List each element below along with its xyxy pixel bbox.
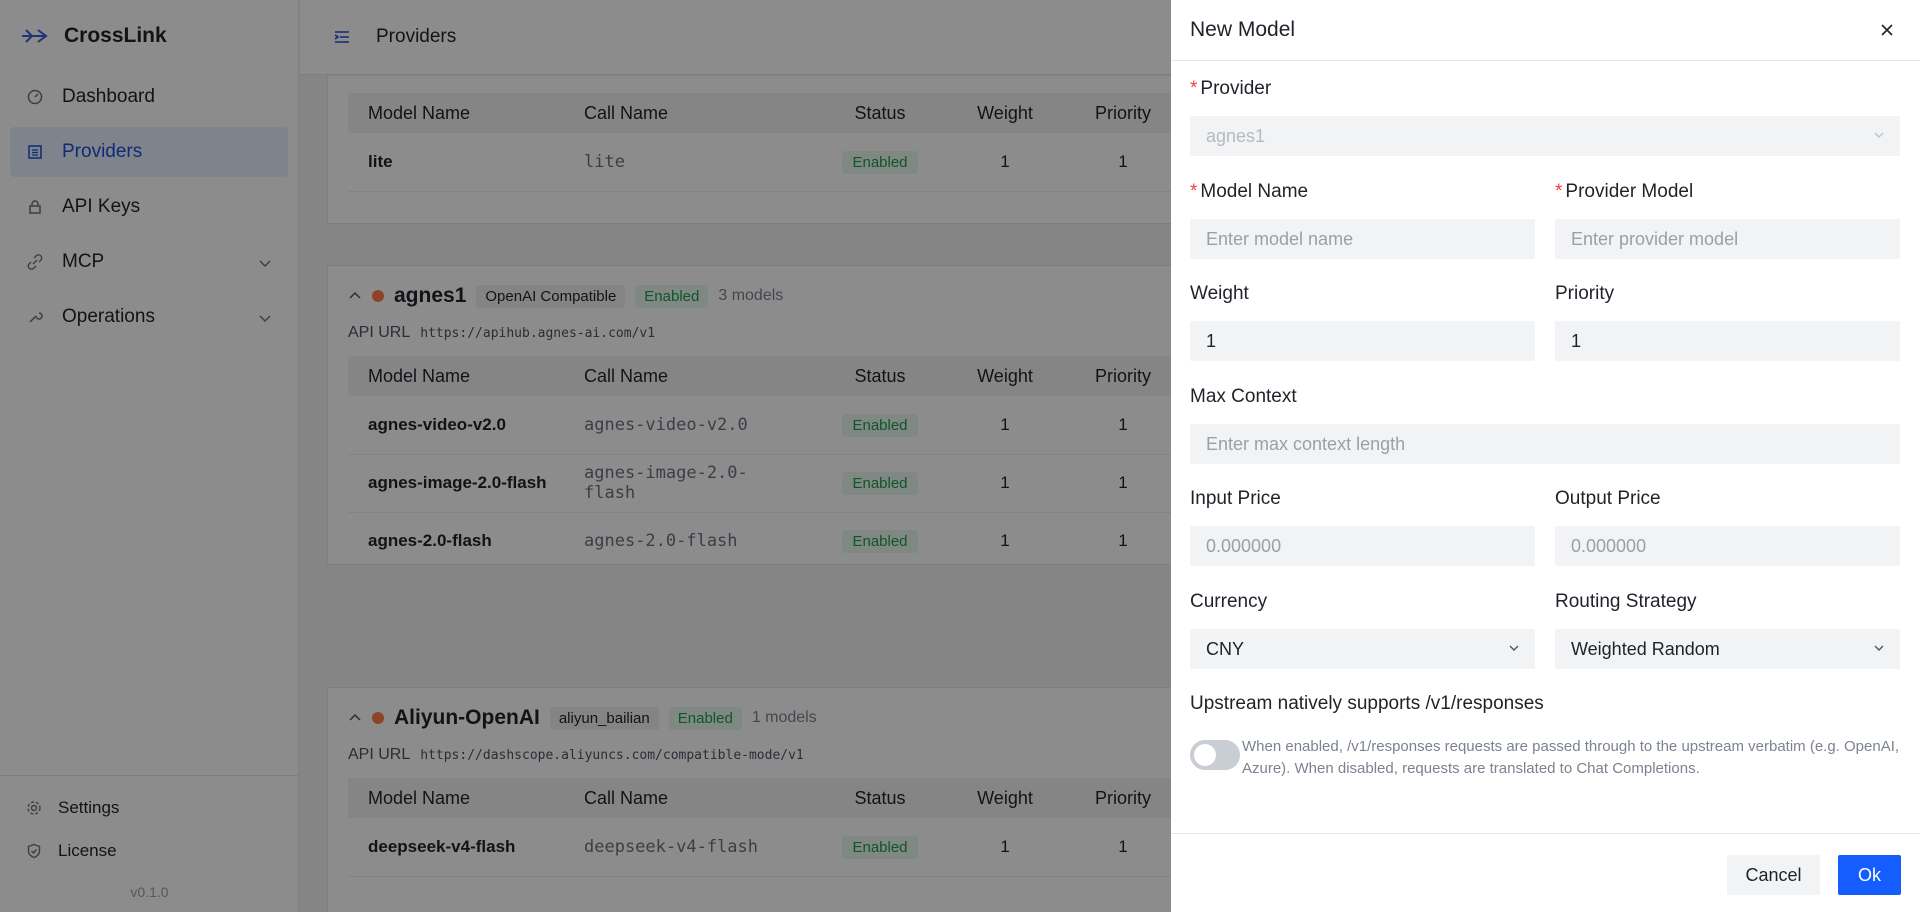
- responses-field: Upstream natively supports /v1/responses: [1190, 691, 1900, 717]
- responses-description: When enabled, /v1/responses requests are…: [1242, 738, 1900, 777]
- provider-model-field: * Provider Model: [1555, 179, 1900, 259]
- required-mark: *: [1190, 78, 1198, 99]
- provider-model-label: Provider Model: [1565, 181, 1694, 202]
- close-icon[interactable]: [1876, 19, 1898, 41]
- chevron-down-icon: [1507, 641, 1521, 655]
- provider-model-input[interactable]: [1571, 228, 1884, 250]
- new-model-drawer: New Model *Provider agnes1 *Model Name *…: [1171, 0, 1920, 912]
- routing-strategy-select-value: Weighted Random: [1571, 638, 1720, 659]
- model-name-field: * Model Name: [1190, 179, 1535, 259]
- required-mark: *: [1190, 181, 1198, 202]
- input-price-label: Input Price: [1190, 488, 1281, 509]
- provider-select: agnes1: [1190, 116, 1900, 156]
- input-price-field: Input Price: [1190, 486, 1535, 566]
- drawer-header: New Model: [1171, 0, 1920, 61]
- responses-toggle[interactable]: [1190, 740, 1240, 770]
- routing-strategy-select[interactable]: Weighted Random: [1555, 629, 1900, 669]
- responses-toggle-row: When enabled, /v1/responses requests are…: [1190, 736, 1900, 780]
- output-price-input[interactable]: [1571, 535, 1884, 557]
- routing-strategy-field: Routing Strategy Weighted Random: [1555, 589, 1900, 669]
- currency-select[interactable]: CNY: [1190, 629, 1535, 669]
- routing-strategy-label: Routing Strategy: [1555, 591, 1697, 612]
- drawer-footer: Cancel Ok: [1171, 833, 1920, 912]
- cancel-button[interactable]: Cancel: [1727, 855, 1820, 895]
- model-name-input[interactable]: [1206, 228, 1519, 250]
- max-context-field: Max Context: [1190, 384, 1900, 464]
- weight-field: Weight: [1190, 281, 1535, 361]
- toggle-knob: [1194, 744, 1216, 766]
- output-price-label: Output Price: [1555, 488, 1661, 509]
- chevron-down-icon: [1872, 641, 1886, 655]
- priority-field: Priority: [1555, 281, 1900, 361]
- max-context-input[interactable]: [1206, 433, 1884, 455]
- priority-label: Priority: [1555, 283, 1615, 304]
- weight-label: Weight: [1190, 283, 1249, 304]
- ok-button[interactable]: Ok: [1838, 855, 1901, 895]
- currency-label: Currency: [1190, 591, 1268, 612]
- responses-label: Upstream natively supports /v1/responses: [1190, 693, 1544, 714]
- weight-input[interactable]: [1206, 330, 1519, 352]
- currency-field: Currency CNY: [1190, 589, 1535, 669]
- provider-field: * Provider agnes1: [1190, 76, 1900, 156]
- provider-label: Provider: [1200, 78, 1272, 99]
- model-name-label: Model Name: [1200, 181, 1309, 202]
- provider-select-value: agnes1: [1206, 125, 1266, 146]
- input-price-input[interactable]: [1206, 535, 1519, 557]
- required-mark: *: [1555, 181, 1563, 202]
- priority-input[interactable]: [1571, 330, 1884, 352]
- max-context-label: Max Context: [1190, 386, 1297, 407]
- output-price-field: Output Price: [1555, 486, 1900, 566]
- drawer-title: New Model: [1190, 18, 1296, 41]
- chevron-down-icon: [1872, 128, 1886, 142]
- currency-select-value: CNY: [1206, 638, 1245, 659]
